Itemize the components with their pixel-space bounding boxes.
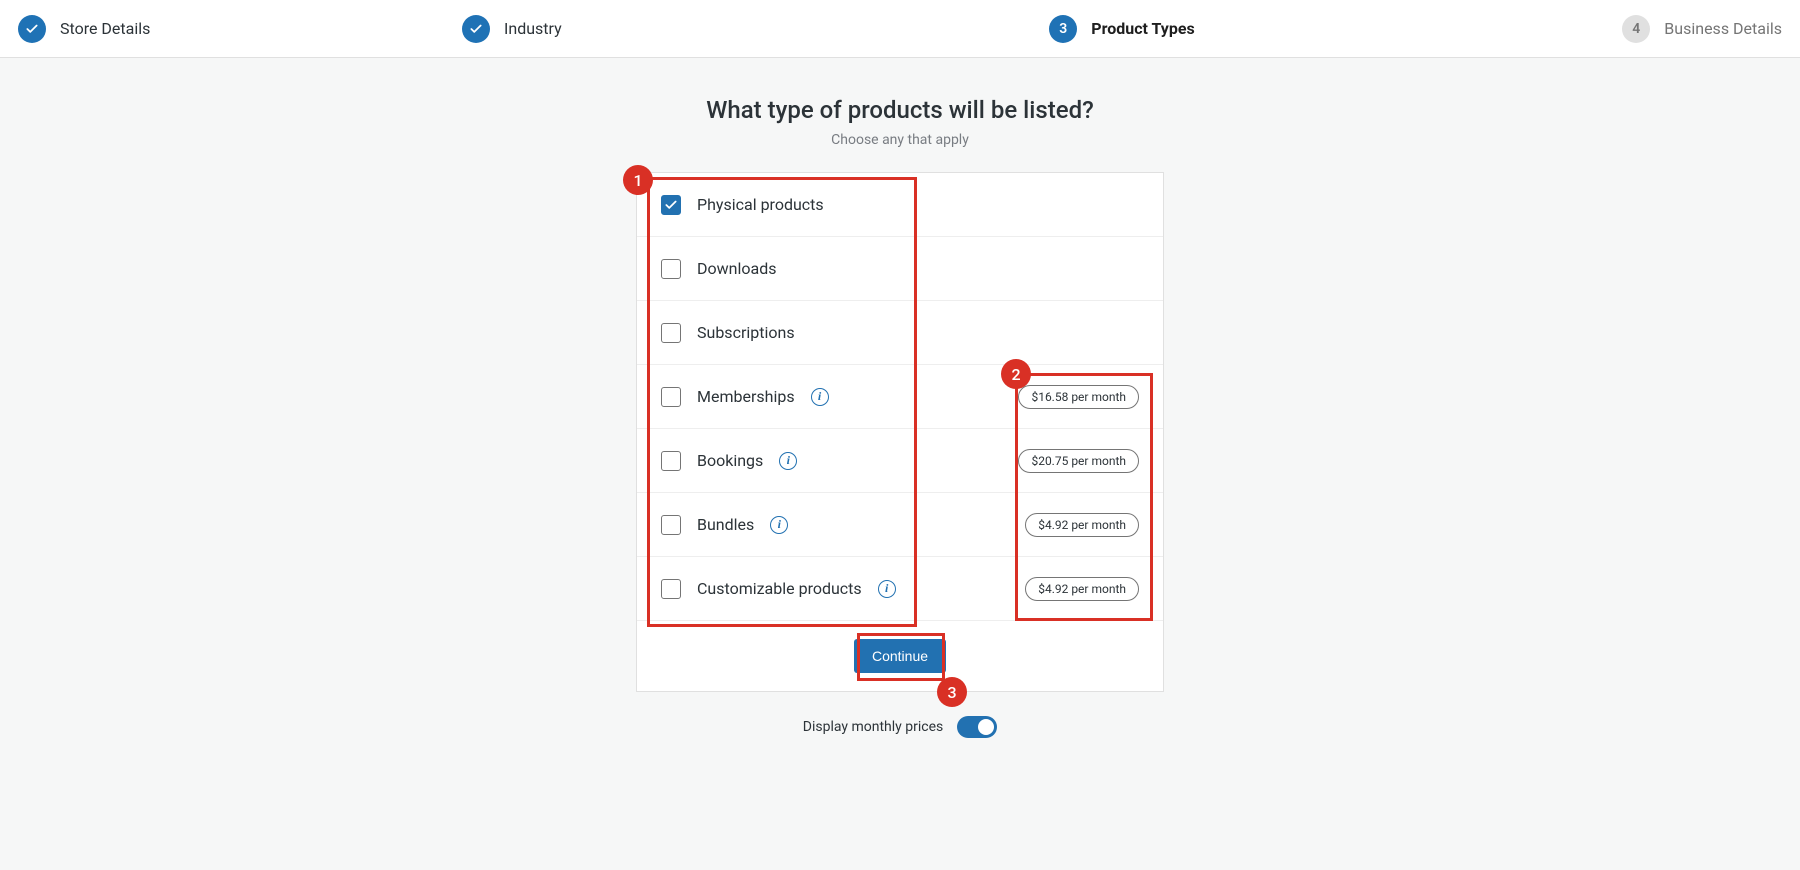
main-content: What type of products will be listed? Ch… [0,58,1800,738]
checkbox-customizable-products[interactable] [661,579,681,599]
continue-row: Continue [637,621,1163,691]
option-label: Downloads [697,259,776,278]
annotation-badge-2: 2 [1001,359,1031,389]
info-icon[interactable]: i [878,580,896,598]
continue-button[interactable]: Continue [854,639,946,673]
step-industry[interactable]: Industry [456,15,900,43]
checkbox-downloads[interactable] [661,259,681,279]
display-prices-toggle-row: Display monthly prices [803,716,997,738]
option-label: Bundles [697,515,754,534]
wizard-stepper: Store Details Industry 3 Product Types 4… [0,0,1800,58]
checkbox-memberships[interactable] [661,387,681,407]
option-physical-products[interactable]: Physical products [637,173,1163,237]
option-memberships[interactable]: Memberships i $16.58 per month [637,365,1163,429]
step-business-details[interactable]: 4 Business Details [1344,15,1788,43]
display-prices-toggle[interactable] [957,716,997,738]
checkbox-bundles[interactable] [661,515,681,535]
page-title: What type of products will be listed? [706,96,1094,124]
price-pill: $4.92 per month [1025,513,1139,537]
step-upcoming-icon: 4 [1622,15,1650,43]
annotation-badge-1: 1 [623,165,653,195]
option-label: Physical products [697,195,824,214]
option-customizable-products[interactable]: Customizable products i $4.92 per month [637,557,1163,621]
price-pill: $4.92 per month [1025,577,1139,601]
checkbox-physical-products[interactable] [661,195,681,215]
toggle-label: Display monthly prices [803,719,943,735]
checkbox-subscriptions[interactable] [661,323,681,343]
step-done-icon [462,15,490,43]
option-label: Bookings [697,451,763,470]
option-label: Customizable products [697,579,862,598]
step-label: Product Types [1091,19,1194,38]
page-subtitle: Choose any that apply [831,132,969,148]
step-product-types[interactable]: 3 Product Types [900,15,1344,43]
annotation-badge-3: 3 [937,677,967,707]
step-active-icon: 3 [1049,15,1077,43]
step-label: Store Details [60,19,150,38]
option-bundles[interactable]: Bundles i $4.92 per month [637,493,1163,557]
toggle-knob [978,719,994,735]
step-label: Industry [504,19,562,38]
info-icon[interactable]: i [779,452,797,470]
price-pill: $16.58 per month [1018,385,1139,409]
option-downloads[interactable]: Downloads [637,237,1163,301]
step-done-icon [18,15,46,43]
option-label: Memberships [697,387,795,406]
info-icon[interactable]: i [811,388,829,406]
step-store-details[interactable]: Store Details [12,15,456,43]
price-pill: $20.75 per month [1018,449,1139,473]
info-icon[interactable]: i [770,516,788,534]
product-types-card: Physical products Downloads Subscription… [636,172,1164,692]
option-bookings[interactable]: Bookings i $20.75 per month [637,429,1163,493]
checkbox-bookings[interactable] [661,451,681,471]
option-label: Subscriptions [697,323,795,342]
step-label: Business Details [1664,19,1782,38]
option-subscriptions[interactable]: Subscriptions [637,301,1163,365]
